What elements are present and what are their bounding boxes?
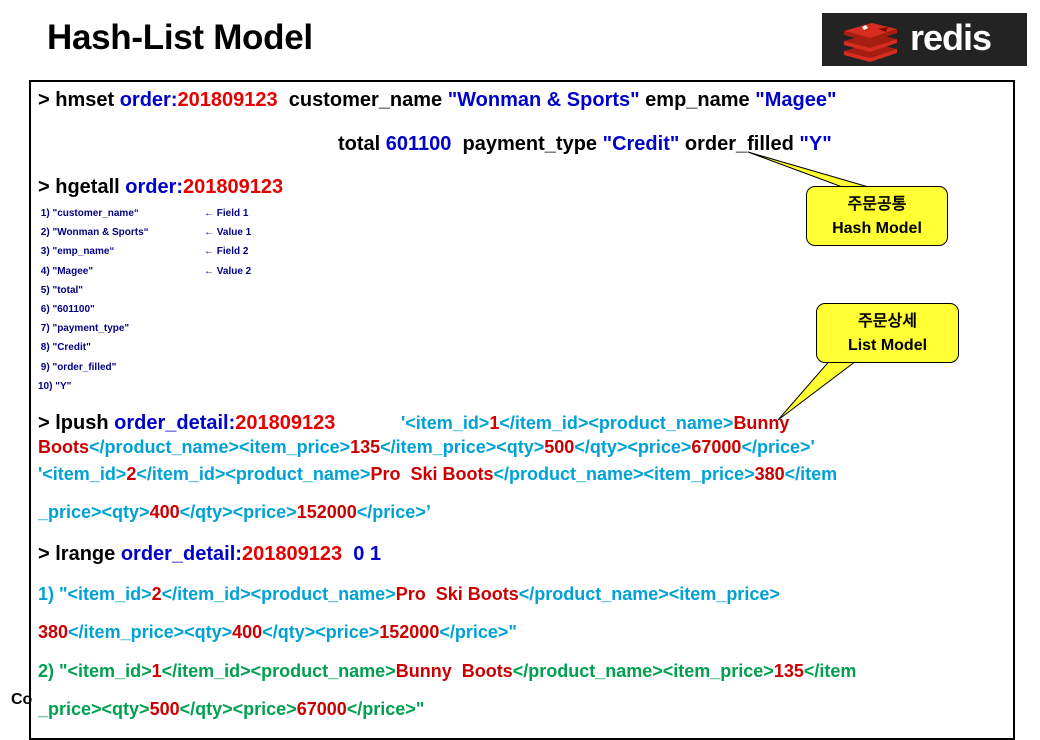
hash-model-callout: 주문공통 Hash Model [806,186,948,246]
hash-callout-subtitle: Hash Model [832,220,922,237]
hash-callout-pointer [747,151,873,189]
list-callout-pointer [777,357,862,421]
list-callout-subtitle: List Model [847,337,928,354]
list-callout-title: 주문상세 [858,313,917,330]
hash-callout-title: 주문공통 [847,196,907,213]
list-model-callout: 주문상세 List Model [816,303,959,363]
